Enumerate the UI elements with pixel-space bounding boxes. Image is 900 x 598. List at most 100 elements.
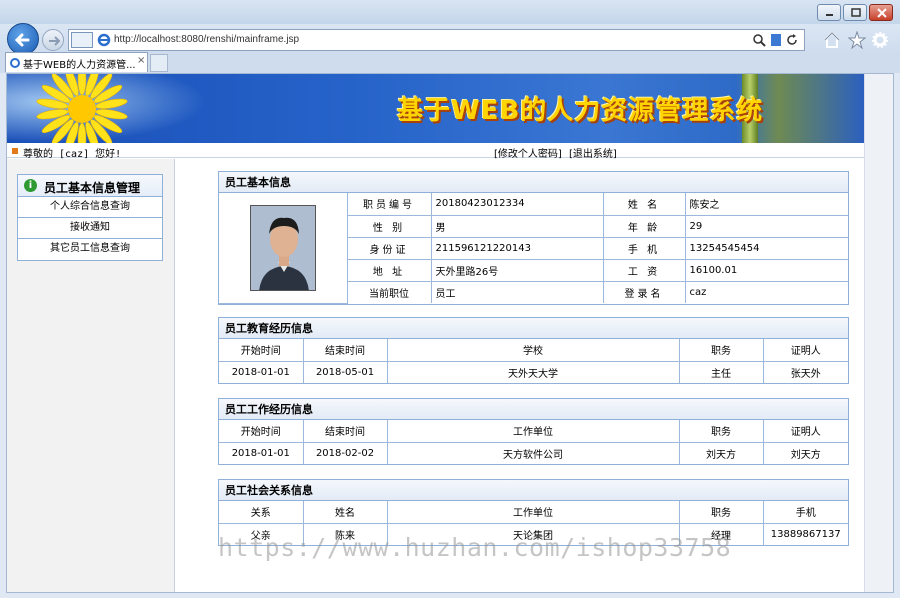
table-cell: 13889867137 [762, 522, 848, 545]
home-icon[interactable] [823, 31, 841, 49]
table-row: 2018-01-01 2018-05-01 天外天大学 主任 张天外 [219, 360, 848, 383]
bullet-icon [12, 148, 18, 154]
table-header-row: 开始时间 结束时间 工作单位 职务 证明人 [219, 420, 848, 443]
column-header: 职务 [678, 420, 764, 443]
sidebar-item-other-employees[interactable]: 其它员工信息查询 [18, 239, 162, 260]
column-header: 职务 [678, 339, 764, 362]
label-salary: 工 资 [602, 258, 686, 282]
maximize-button[interactable] [843, 4, 867, 21]
column-header: 职务 [678, 501, 764, 524]
column-header: 证明人 [762, 339, 848, 362]
watermark-text: https://www.huzhan.com/ishop33758 [218, 533, 732, 562]
info-icon: i [24, 179, 37, 192]
label-position: 当前职位 [347, 280, 432, 303]
table-cell: 张天外 [762, 360, 848, 383]
table-header-row: 关系 姓名 工作单位 职务 手机 [219, 501, 848, 524]
work-title: 员工工作经历信息 [219, 399, 848, 420]
column-header: 开始时间 [219, 420, 304, 443]
forward-button[interactable] [42, 29, 64, 51]
column-header: 结束时间 [302, 420, 388, 443]
back-button[interactable] [7, 23, 39, 55]
table-cell: 刘天方 [762, 441, 848, 464]
value-gender: 男 [430, 214, 604, 238]
column-header: 工作单位 [386, 420, 680, 443]
basic-info-section: 员工基本信息 职员编号 20180423012334 姓 名 陈安之 性 别 男… [218, 171, 849, 305]
sidebar-item-personal-info[interactable]: 个人综合信息查询 [18, 197, 162, 218]
maximize-icon [851, 8, 861, 17]
favorites-star-icon[interactable] [848, 31, 866, 49]
label-employee-id: 职员编号 [346, 193, 432, 216]
value-mobile: 13254545454 [684, 236, 848, 260]
value-position: 员工 [430, 280, 604, 303]
education-section: 员工教育经历信息 开始时间 结束时间 学校 职务 证明人 2018-01-01 … [218, 317, 849, 384]
sidebar-menu-title: 员工基本信息管理 [44, 181, 141, 195]
address-bar[interactable]: http://localhost:8080/renshi/mainframe.j… [68, 29, 805, 51]
table-cell: 主任 [678, 360, 764, 383]
new-tab-button[interactable] [150, 54, 168, 72]
tab-ie-icon [10, 58, 20, 68]
sidebar-menu-header: i 员工基本信息管理 [18, 175, 162, 197]
label-mobile: 手 机 [602, 236, 686, 260]
close-window-button[interactable] [869, 4, 893, 21]
banner-title: 基于WEB的人力资源管理系统 [397, 96, 764, 126]
table-row: 2018-01-01 2018-02-02 天方软件公司 刘天方 刘天方 [219, 441, 848, 464]
work-section: 员工工作经历信息 开始时间 结束时间 工作单位 职务 证明人 2018-01-0… [218, 398, 849, 465]
sidebar-item-notices[interactable]: 接收通知 [18, 218, 162, 239]
sidebar: i 员工基本信息管理 个人综合信息查询 接收通知 其它员工信息查询 [7, 159, 175, 592]
education-table: 开始时间 结束时间 学校 职务 证明人 2018-01-01 2018-05-0… [219, 339, 848, 383]
welcome-text: 尊敬的 [caz] 您好! [23, 149, 122, 160]
refresh-icon[interactable] [785, 33, 799, 47]
table-cell: 2018-01-01 [219, 441, 304, 464]
value-name: 陈安之 [684, 193, 848, 216]
close-icon [877, 8, 887, 18]
page-scrollbar[interactable] [864, 74, 893, 592]
label-age: 年 龄 [602, 214, 686, 238]
label-name: 姓 名 [602, 193, 686, 216]
work-table: 开始时间 结束时间 工作单位 职务 证明人 2018-01-01 2018-02… [219, 420, 848, 464]
label-id-card: 身份证 [347, 236, 432, 260]
table-cell: 刘天方 [678, 441, 764, 464]
user-status-bar: 尊敬的 [caz] 您好! [修改个人密码] [退出系统] [7, 143, 864, 160]
table-cell: 天方软件公司 [386, 441, 680, 464]
label-gender: 性 别 [347, 214, 432, 238]
value-address: 天外里路26号 [430, 258, 604, 282]
column-header: 工作单位 [386, 501, 680, 524]
compat-view-icon[interactable] [71, 32, 93, 48]
minimize-button[interactable] [817, 4, 841, 21]
gear-icon[interactable] [871, 31, 889, 49]
value-age: 29 [684, 214, 848, 238]
label-address: 地 址 [347, 258, 432, 282]
label-login: 登录名 [602, 280, 686, 303]
value-login: caz [684, 280, 848, 303]
basic-info-title: 员工基本信息 [219, 172, 848, 193]
search-icon[interactable] [752, 33, 766, 47]
page-icon[interactable] [769, 33, 783, 47]
table-cell: 2018-01-01 [219, 360, 304, 383]
photo-cell [219, 193, 348, 304]
column-header: 结束时间 [302, 339, 388, 362]
employee-portrait-image [250, 205, 315, 290]
sidebar-menu: i 员工基本信息管理 个人综合信息查询 接收通知 其它员工信息查询 [17, 174, 163, 261]
value-employee-id: 20180423012334 [430, 193, 604, 216]
address-text[interactable]: http://localhost:8080/renshi/mainframe.j… [114, 34, 299, 45]
social-title: 员工社会关系信息 [219, 480, 848, 501]
tab-close-button[interactable]: × [137, 55, 145, 66]
browser-tab[interactable]: 基于WEB的人力资源管... × [5, 52, 148, 72]
column-header: 开始时间 [219, 339, 304, 362]
column-header: 学校 [386, 339, 680, 362]
banner: 基于WEB的人力资源管理系统 [7, 74, 864, 143]
table-cell: 天外天大学 [386, 360, 680, 383]
column-header: 手机 [762, 501, 848, 524]
logout-link[interactable]: [退出系统] [569, 145, 617, 160]
tab-title: 基于WEB的人力资源管... [23, 60, 136, 71]
table-cell: 2018-02-02 [302, 441, 388, 464]
column-header: 证明人 [762, 420, 848, 443]
change-password-link[interactable]: [修改个人密码] [494, 145, 562, 160]
value-salary: 16100.01 [684, 258, 848, 282]
table-header-row: 开始时间 结束时间 学校 职务 证明人 [219, 339, 848, 362]
table-cell: 2018-05-01 [302, 360, 388, 383]
dandelion-flower-image [36, 74, 128, 143]
minimize-icon [826, 14, 833, 16]
basic-info-table: 职员编号 20180423012334 姓 名 陈安之 性 别 男 年 龄 29… [219, 193, 848, 304]
forward-arrow-icon [49, 36, 61, 46]
